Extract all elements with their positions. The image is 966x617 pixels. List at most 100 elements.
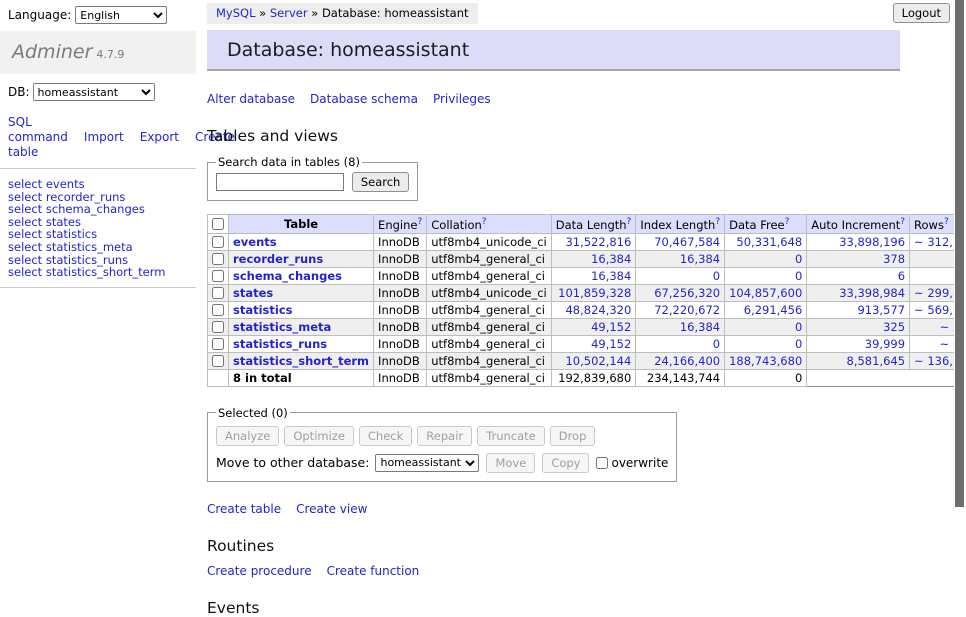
auto-increment-link[interactable]: 325 — [883, 320, 905, 334]
create-link[interactable]: Create table — [207, 502, 281, 516]
data-length-link[interactable]: 48,824,320 — [565, 303, 631, 317]
row-checkbox[interactable] — [212, 355, 224, 367]
table-name-link[interactable]: statistics — [233, 303, 293, 317]
index-length-link[interactable]: 70,467,584 — [654, 235, 720, 249]
data-free-link[interactable]: 6,291,456 — [744, 303, 803, 317]
data-length-link[interactable]: 49,152 — [591, 337, 631, 351]
data-length-link[interactable]: 16,384 — [591, 269, 631, 283]
selected-action-button[interactable]: Check — [359, 426, 412, 446]
data-free-link[interactable]: 0 — [795, 269, 802, 283]
data-length-link[interactable]: 16,384 — [591, 252, 631, 266]
routine-create-link[interactable]: Create procedure — [207, 564, 312, 578]
cell-auto-increment: 913,577 — [807, 301, 910, 318]
auto-increment-link[interactable]: 33,398,984 — [839, 286, 905, 300]
help-link[interactable]: ? — [417, 217, 422, 227]
index-length-link[interactable]: 0 — [713, 337, 720, 351]
selected-action-button[interactable]: Optimize — [284, 426, 354, 446]
sidebar-table-link[interactable]: select statistics_short_term — [8, 266, 188, 279]
sidebar-action-link[interactable]: Export — [140, 130, 179, 144]
row-checkbox[interactable] — [212, 338, 224, 350]
language-select[interactable]: English — [75, 6, 167, 24]
create-link[interactable]: Create view — [296, 502, 367, 516]
breadcrumb-link[interactable]: MySQL — [216, 6, 256, 20]
adminer-logo[interactable]: Adminer — [12, 41, 92, 63]
auto-increment-link[interactable]: 33,898,196 — [839, 235, 905, 249]
data-length-link[interactable]: 10,502,144 — [565, 354, 631, 368]
row-select-cell — [208, 318, 229, 335]
data-free-link[interactable]: 0 — [795, 252, 802, 266]
index-length-link[interactable]: 0 — [713, 269, 720, 283]
breadcrumb-link[interactable]: Server — [270, 6, 308, 20]
help-link[interactable]: ? — [944, 217, 949, 227]
routine-create-link[interactable]: Create function — [327, 564, 420, 578]
table-name-link[interactable]: schema_changes — [233, 269, 342, 283]
help-link[interactable]: ? — [482, 217, 487, 227]
row-checkbox[interactable] — [212, 253, 224, 265]
selected-action-button[interactable]: Truncate — [477, 426, 545, 446]
cell-engine: InnoDB — [374, 233, 427, 250]
sidebar-action-link[interactable]: Import — [84, 130, 124, 144]
row-checkbox[interactable] — [212, 236, 224, 248]
row-checkbox[interactable] — [212, 304, 224, 316]
table-name-link[interactable]: statistics_runs — [233, 337, 327, 351]
sidebar-action-link[interactable]: SQL command — [8, 115, 68, 144]
scrollbar-track[interactable] — [954, 0, 966, 543]
move-db-select[interactable]: homeassistant — [375, 454, 479, 472]
help-link[interactable]: ? — [715, 217, 720, 227]
db-select[interactable]: homeassistant — [33, 83, 155, 101]
help-link[interactable]: ? — [785, 217, 790, 227]
row-checkbox[interactable] — [212, 287, 224, 299]
data-length-link[interactable]: 31,522,816 — [565, 235, 631, 249]
search-button[interactable]: Search — [352, 172, 410, 192]
cell-engine: InnoDB — [374, 284, 427, 301]
selected-action-button[interactable]: Repair — [417, 426, 472, 446]
table-name-link[interactable]: statistics_meta — [233, 320, 331, 334]
index-length-link[interactable]: 67,256,320 — [654, 286, 720, 300]
search-input[interactable] — [216, 173, 344, 191]
selected-action-button[interactable]: Analyze — [216, 426, 279, 446]
data-length-link[interactable]: 101,859,328 — [558, 286, 631, 300]
database-action-link[interactable]: Alter database — [207, 92, 295, 106]
data-length-link[interactable]: 49,152 — [591, 320, 631, 334]
cell-engine: InnoDB — [374, 250, 427, 267]
table-name-link[interactable]: states — [233, 286, 273, 300]
auto-increment-link[interactable]: 39,999 — [865, 337, 905, 351]
table-name-link[interactable]: recorder_runs — [233, 252, 323, 266]
total-label: 8 in total — [229, 369, 374, 386]
table-name-link[interactable]: events — [233, 235, 277, 249]
help-link[interactable]: ? — [900, 217, 905, 227]
index-length-link[interactable]: 16,384 — [680, 252, 720, 266]
index-length-link[interactable]: 24,166,400 — [654, 354, 720, 368]
database-action-link[interactable]: Privileges — [433, 92, 491, 106]
auto-increment-link[interactable]: 8,581,645 — [847, 354, 906, 368]
auto-increment-link[interactable]: 913,577 — [857, 303, 905, 317]
data-free-link[interactable]: 104,857,600 — [729, 286, 802, 300]
selected-action-button[interactable]: Drop — [550, 426, 596, 446]
data-free-link[interactable]: 50,331,648 — [736, 235, 802, 249]
move-button[interactable]: Move — [486, 453, 535, 473]
overwrite-checkbox[interactable] — [596, 457, 608, 469]
data-free-link[interactable]: 0 — [795, 337, 802, 351]
data-free-link[interactable]: 0 — [795, 320, 802, 334]
index-length-link[interactable]: 72,220,672 — [654, 303, 720, 317]
row-checkbox[interactable] — [212, 270, 224, 282]
logout-button[interactable]: Logout — [893, 3, 950, 23]
cell-data-length: 10,502,144 — [551, 352, 636, 369]
scrollbar-thumb[interactable] — [955, 0, 964, 507]
index-length-link[interactable]: 16,384 — [680, 320, 720, 334]
auto-increment-link[interactable]: 378 — [883, 252, 905, 266]
table-name-link[interactable]: statistics_short_term — [233, 354, 369, 368]
sidebar-table-link[interactable]: select events — [8, 178, 188, 191]
adminer-brand[interactable]: Adminer4.7.9 — [0, 31, 196, 74]
database-action-link[interactable]: Database schema — [310, 92, 418, 106]
data-free-link[interactable]: 188,743,680 — [729, 354, 802, 368]
column-header-collation: Collation? — [427, 215, 552, 234]
copy-button[interactable]: Copy — [542, 453, 589, 473]
select-all-checkbox[interactable] — [212, 218, 224, 230]
row-checkbox[interactable] — [212, 321, 224, 333]
sidebar-table-link[interactable]: select statistics_meta — [8, 241, 188, 254]
help-link[interactable]: ? — [627, 217, 632, 227]
sidebar-table-link[interactable]: select schema_changes — [8, 203, 188, 216]
cell-index-length: 16,384 — [636, 318, 725, 335]
auto-increment-link[interactable]: 6 — [898, 269, 905, 283]
